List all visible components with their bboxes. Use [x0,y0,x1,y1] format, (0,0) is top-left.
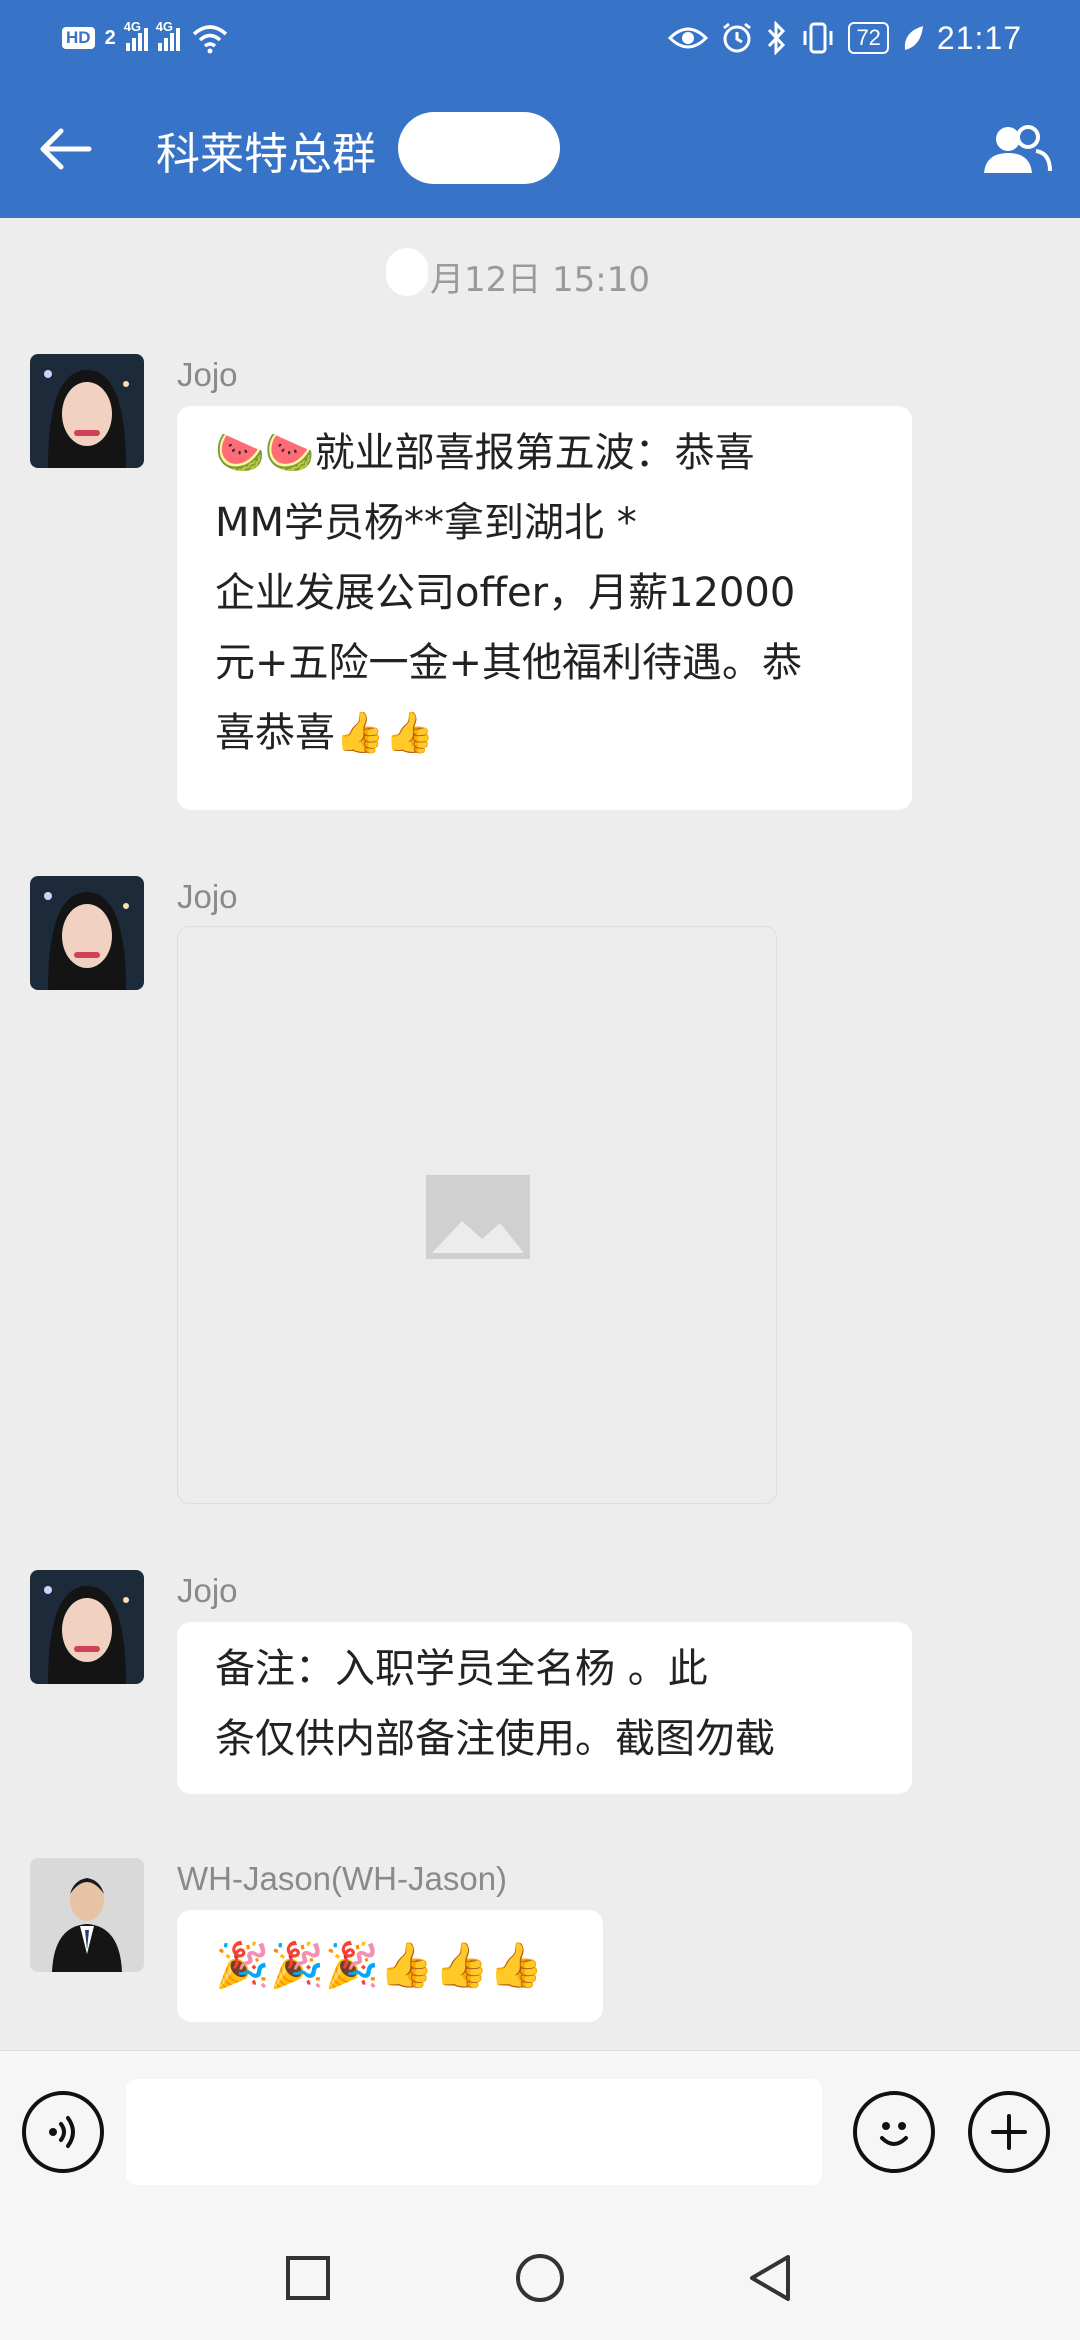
back-nav-button[interactable] [738,2246,802,2310]
avatar[interactable] [30,354,144,468]
message-bubble[interactable]: 🎉🎉🎉👍👍👍 [177,1910,603,2022]
sender-name: WH-Jason(WH-Jason) [177,1860,508,1897]
battery-indicator: 72 [848,22,889,54]
sim-number: 2 [104,26,116,49]
redaction-mark [398,112,560,184]
back-button[interactable] [28,112,102,186]
message-line: 备注：入职学员全名杨 。此 [215,1646,708,1692]
leaf-icon [904,26,923,50]
avatar[interactable] [30,876,144,990]
avatar-photo [30,876,144,990]
voice-button[interactable] [22,2091,104,2173]
message-line: 🎉🎉🎉👍👍👍 [215,1940,544,1991]
top-bar: HD 2 4G 4G 72 21:17 科莱特总群 [0,0,1080,218]
avatar-photo [30,354,144,468]
message-line: 条仅供内部备注使用。截图勿截 [215,1716,775,1762]
group-members-icon [984,125,1052,173]
avatar[interactable] [30,1858,144,1972]
recents-button[interactable] [276,2246,340,2310]
app-bar: 科莱特总群 [0,96,1080,200]
message-bubble[interactable]: 备注：入职学员全名杨 。此 条仅供内部备注使用。截图勿截 [177,1622,912,1794]
more-button[interactable] [968,2091,1050,2173]
wifi-icon [192,25,227,54]
hd-badge: HD [62,27,95,49]
vibrate-icon [803,22,833,54]
emoji-button[interactable] [853,2091,935,2173]
alarm-icon [723,22,752,53]
input-bar [0,2050,1080,2213]
bluetooth-icon [768,21,786,55]
status-left: HD 2 4G 4G [62,19,230,56]
voice-icon [49,2116,75,2148]
image-placeholder-icon [426,1175,530,1259]
triangle-back-icon [750,2255,790,2301]
group-members-button[interactable] [976,112,1056,186]
chat-title: 科莱特总群 [156,129,376,180]
message-line: 🍉🍉就业部喜报第五波：恭喜 [215,430,755,476]
clock: 21:17 [936,19,1022,56]
signal-icon: 4G [124,19,148,51]
avatar-photo [30,1858,144,1972]
message-line: 元+五险一金+其他福利待遇。恭 [215,640,803,686]
square-icon [286,2256,330,2300]
avatar-photo [30,1570,144,1684]
message-line: 企业发展公司offer，月薪12000 [215,570,796,616]
eye-icon [668,27,709,49]
sender-name: Jojo [177,878,238,915]
signal-icon-2: 4G [156,19,180,51]
message-line: MM学员杨**拿到湖北 * [215,500,637,546]
avatar[interactable] [30,1570,144,1684]
circle-icon [516,2254,564,2302]
message-input[interactable] [126,2079,822,2185]
plus-icon [991,2114,1027,2150]
date-separator: 月12日 15:10 [429,260,651,300]
smiley-icon [880,2122,908,2146]
image-message[interactable] [177,926,777,1504]
arrow-left-icon [40,128,92,170]
home-button[interactable] [508,2246,572,2310]
system-nav-bar [0,2212,1080,2340]
sender-name: Jojo [177,1572,238,1609]
sender-name: Jojo [177,356,238,393]
status-right: 72 21:17 [668,18,1022,58]
message-bubble[interactable]: 🍉🍉就业部喜报第五波：恭喜 MM学员杨**拿到湖北 * 企业发展公司offer，… [177,406,912,810]
message-line: 喜恭喜👍👍 [215,710,435,756]
status-bar: HD 2 4G 4G 72 21:17 [0,0,1080,76]
